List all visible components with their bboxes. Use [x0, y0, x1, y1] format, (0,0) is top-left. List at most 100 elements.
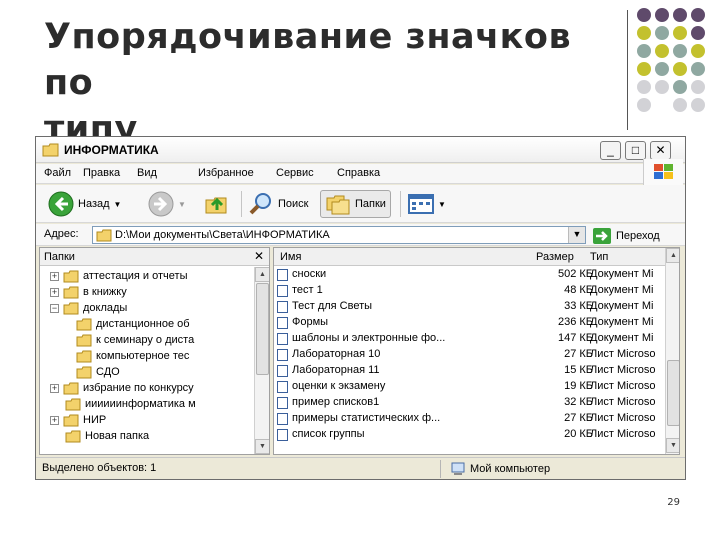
file-row[interactable]: Формы 236 КБ Документ Mi	[274, 315, 665, 331]
tree-item-label: к семинару о диста	[96, 334, 195, 346]
scroll-up-arrow-icon[interactable]: ▲	[666, 248, 679, 263]
tree-item[interactable]: компьютерное тес	[76, 348, 189, 364]
decorative-dot	[691, 26, 705, 40]
file-type: Лист Microso	[590, 364, 656, 376]
file-row[interactable]: примеры статистических ф... 27 КБ Лист Mic…	[274, 411, 665, 427]
document-icon	[277, 301, 288, 313]
maximize-button[interactable]: □	[625, 141, 646, 160]
menu-file[interactable]: Файл	[44, 167, 71, 179]
scroll-thumb[interactable]	[256, 283, 269, 375]
back-dropdown-icon[interactable]: ▼	[114, 200, 122, 209]
decorative-dot	[655, 80, 669, 94]
column-size[interactable]: Размер	[536, 251, 574, 263]
tree-item[interactable]: + в книжку	[50, 284, 127, 300]
document-icon	[277, 365, 288, 377]
file-type: Документ Mi	[590, 268, 654, 280]
folder-icon	[63, 286, 79, 298]
file-type: Лист Microso	[590, 412, 656, 424]
go-arrow-icon	[593, 228, 611, 244]
menu-edit[interactable]: Правка	[83, 167, 120, 179]
my-computer-icon	[451, 462, 465, 475]
forward-button[interactable]: ▼	[148, 190, 186, 218]
document-icon	[277, 381, 288, 393]
column-name[interactable]: Имя	[280, 251, 301, 263]
file-row[interactable]: тест 1 48 КБ Документ Mi	[274, 283, 665, 299]
slide-title-line-1: Упорядочивание значков по	[44, 17, 572, 103]
decorative-dot	[691, 8, 705, 22]
file-row[interactable]: пример списков1 32 КБ Лист Microso	[274, 395, 665, 411]
file-list-scrollbar[interactable]: ▲ ▼	[665, 248, 679, 454]
menu-view[interactable]: Вид	[137, 167, 157, 179]
menu-help[interactable]: Справка	[337, 167, 380, 179]
file-row[interactable]: список группы 20 КБ Лист Microso	[274, 427, 665, 443]
tree-item[interactable]: + аттестация и отчеты	[50, 268, 187, 284]
close-button[interactable]: ✕	[650, 141, 671, 160]
windows-flag-icon	[654, 164, 673, 179]
decorative-dot	[637, 80, 651, 94]
back-button[interactable]: Назад ▼	[48, 190, 121, 218]
tree-item[interactable]: к семинару о диста	[76, 332, 194, 348]
file-type: Лист Microso	[590, 380, 656, 392]
file-row[interactable]: сноски 502 КБ Документ Mi	[274, 267, 665, 283]
folder-icon	[76, 334, 92, 346]
document-icon	[277, 269, 288, 281]
file-type: Документ Mi	[590, 332, 654, 344]
column-type[interactable]: Тип	[590, 251, 608, 263]
folders-button[interactable]: Папки	[320, 190, 391, 218]
tree-expander-icon[interactable]: +	[50, 271, 59, 281]
tree-item[interactable]: СДО	[76, 364, 120, 380]
file-type: Лист Microso	[590, 348, 656, 360]
file-row[interactable]: Лабораторная 10 27 КБ Лист Microso	[274, 347, 665, 363]
tree-item[interactable]: Новая папка	[50, 428, 149, 444]
go-button[interactable]: Переход	[592, 227, 660, 245]
tree-expander-icon[interactable]: +	[50, 383, 59, 393]
address-input[interactable]: D:\Мои документы\Света\ИНФОРМАТИКА ▼	[92, 226, 586, 244]
menu-favorites[interactable]: Избранное	[198, 167, 254, 179]
up-button[interactable]	[204, 190, 230, 218]
minimize-button[interactable]: _	[600, 141, 621, 160]
address-dropdown-button[interactable]: ▼	[568, 227, 585, 243]
tree-item[interactable]: − доклады	[50, 300, 127, 316]
tree-item[interactable]: иииииинформатика м	[50, 396, 196, 412]
title-bar[interactable]: ИНФОРМАТИКА _ □ ✕	[36, 137, 685, 163]
scroll-up-arrow-icon[interactable]: ▲	[255, 267, 269, 282]
toolbar: Назад ▼ ▼ Поиск Папки ▼	[36, 185, 685, 223]
forward-dropdown-icon[interactable]: ▼	[178, 200, 186, 209]
tree-expander-icon[interactable]: −	[50, 303, 59, 313]
close-icon[interactable]: ✕	[254, 249, 264, 263]
toolbar-separator	[400, 191, 401, 217]
decorative-dot	[691, 62, 705, 76]
scroll-thumb[interactable]	[667, 360, 679, 426]
file-row[interactable]: Тест для Светы 33 КБ Документ Mi	[274, 299, 665, 315]
file-row[interactable]: шаблоны и электронные фо... 147 КБ Докумен…	[274, 331, 665, 347]
folder-tree-scrollbar[interactable]: ▲ ▼	[254, 267, 269, 454]
tree-item[interactable]: + НИР	[50, 412, 106, 428]
scroll-down-arrow-icon[interactable]: ▼	[255, 439, 269, 454]
decorative-dot	[673, 26, 687, 40]
back-label: Назад	[78, 198, 110, 210]
folder-icon	[42, 143, 59, 157]
file-row[interactable]: Лабораторная 11 15 КБ Лист Microso	[274, 363, 665, 379]
search-button[interactable]: Поиск	[248, 190, 308, 218]
tree-item-label: доклады	[83, 302, 128, 314]
scroll-down-arrow-icon[interactable]: ▼	[666, 438, 679, 453]
address-label: Адрес:	[44, 228, 79, 240]
document-icon	[277, 317, 288, 329]
views-dropdown-icon[interactable]: ▼	[438, 200, 446, 209]
folder-icon	[76, 318, 92, 330]
file-name: пример списков1	[292, 396, 380, 408]
document-icon	[277, 349, 288, 361]
menu-tools[interactable]: Сервис	[276, 167, 314, 179]
back-arrow-icon	[48, 191, 74, 217]
folders-pane-title: Папки	[44, 251, 75, 263]
file-row[interactable]: оценки к экзамену 19 КБ Лист Microso	[274, 379, 665, 395]
tree-expander-icon[interactable]: +	[50, 287, 59, 297]
forward-arrow-icon	[148, 191, 174, 217]
tree-expander-icon[interactable]: +	[50, 415, 59, 425]
folder-icon	[63, 302, 79, 314]
folder-tree: + аттестация и отчеты + в книжку − доклады дис…	[40, 267, 254, 454]
tree-item[interactable]: дистанционное об	[76, 316, 190, 332]
views-button[interactable]: ▼	[408, 190, 446, 218]
tree-item[interactable]: + избрание по конкурсу	[50, 380, 194, 396]
decorative-dot-grid	[637, 8, 717, 118]
